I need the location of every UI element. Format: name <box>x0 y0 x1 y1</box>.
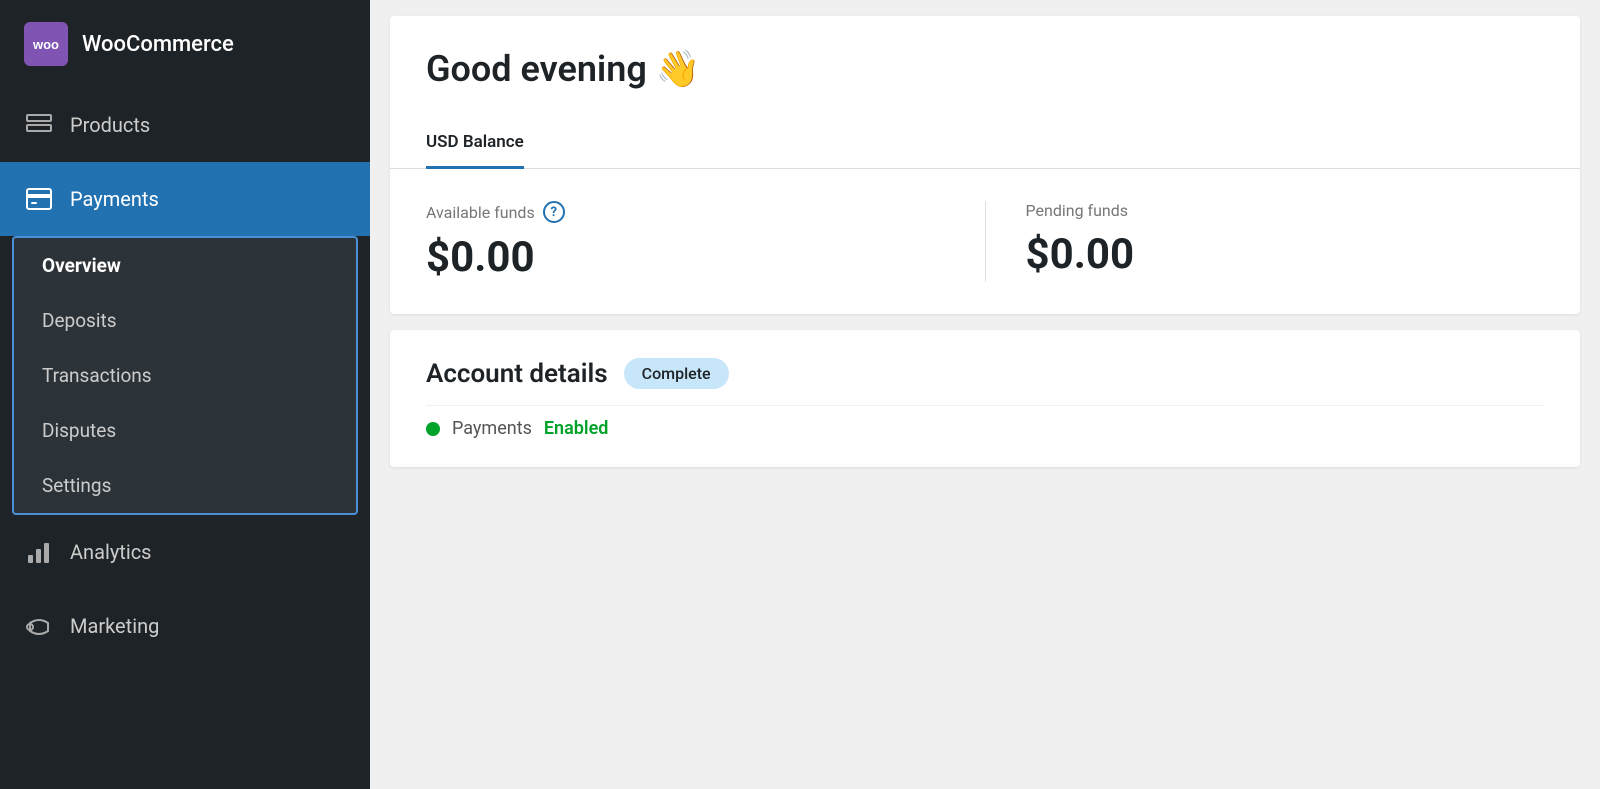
account-details-title: Account details <box>426 359 608 389</box>
sidebar-logo-label: WooCommerce <box>82 32 234 57</box>
pending-funds-col: Pending funds $0.00 <box>986 201 1545 282</box>
account-complete-badge: Complete <box>624 358 729 389</box>
tabs-bar: USD Balance <box>390 118 1580 169</box>
account-details-header: Account details Complete <box>426 358 1544 389</box>
sidebar-item-payments-label: Payments <box>70 187 159 211</box>
sidebar: woo WooCommerce Products Payments <box>0 0 370 789</box>
account-details-card: Account details Complete Payments Enable… <box>390 330 1580 467</box>
tab-usd-balance[interactable]: USD Balance <box>426 118 524 169</box>
greeting-card: Good evening 👋 USD Balance Available fun… <box>390 16 1580 314</box>
submenu-item-transactions[interactable]: Transactions <box>14 348 356 403</box>
available-funds-help-icon[interactable]: ? <box>543 201 565 223</box>
account-payments-row: Payments Enabled <box>426 405 1544 439</box>
woo-icon: woo <box>24 22 68 66</box>
pending-funds-label: Pending funds <box>1026 201 1545 220</box>
submenu-item-disputes[interactable]: Disputes <box>14 403 356 458</box>
greeting-text: Good evening 👋 <box>426 48 1544 90</box>
sidebar-item-analytics-label: Analytics <box>70 540 152 564</box>
payments-submenu: Overview Deposits Transactions Disputes … <box>12 236 358 515</box>
sidebar-item-products[interactable]: Products <box>0 88 370 162</box>
sidebar-item-marketing-label: Marketing <box>70 614 159 638</box>
collapse-arrow-icon <box>354 187 370 211</box>
account-payments-label: Payments <box>452 418 532 439</box>
available-funds-amount: $0.00 <box>426 233 945 282</box>
account-payments-status: Enabled <box>544 418 609 439</box>
sidebar-item-payments[interactable]: Payments <box>0 162 370 236</box>
balance-section: Available funds ? $0.00 Pending funds $0… <box>390 169 1580 314</box>
payments-icon <box>24 184 54 214</box>
sidebar-item-marketing[interactable]: Marketing <box>0 589 370 663</box>
payments-status-dot <box>426 422 440 436</box>
sidebar-item-products-label: Products <box>70 113 150 137</box>
sidebar-item-analytics[interactable]: Analytics <box>0 515 370 589</box>
pending-funds-amount: $0.00 <box>1026 230 1545 279</box>
submenu-item-deposits[interactable]: Deposits <box>14 293 356 348</box>
available-funds-col: Available funds ? $0.00 <box>426 201 986 282</box>
main-content: Good evening 👋 USD Balance Available fun… <box>370 0 1600 789</box>
svg-text:woo: woo <box>33 37 59 52</box>
submenu-item-overview[interactable]: Overview <box>14 238 356 293</box>
marketing-icon <box>24 611 54 641</box>
greeting-section: Good evening 👋 <box>390 16 1580 118</box>
submenu-item-settings[interactable]: Settings <box>14 458 356 513</box>
analytics-icon <box>24 537 54 567</box>
sidebar-item-payments-row: Payments <box>0 162 370 236</box>
available-funds-label: Available funds ? <box>426 201 945 223</box>
products-icon <box>24 110 54 140</box>
sidebar-logo[interactable]: woo WooCommerce <box>0 0 370 88</box>
